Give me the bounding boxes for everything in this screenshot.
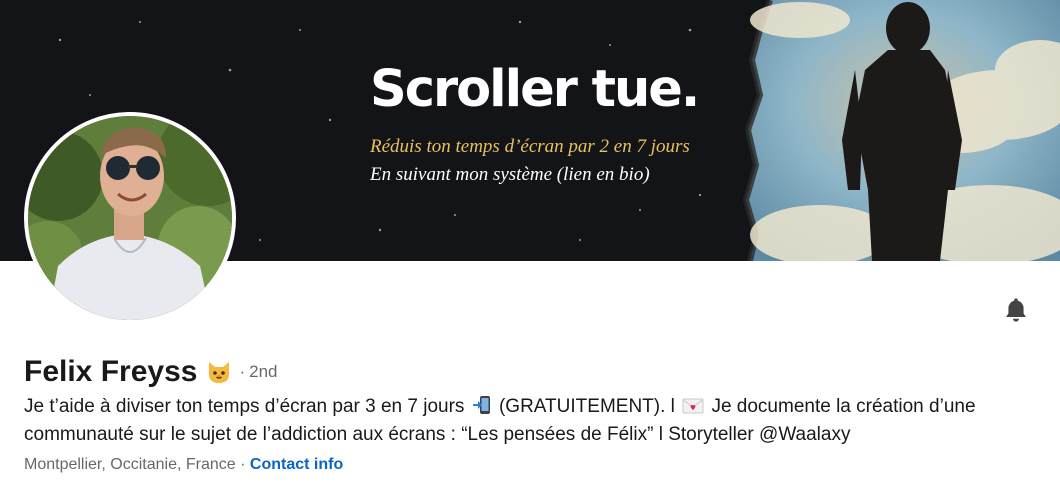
contact-info-link[interactable]: Contact info [250, 456, 343, 473]
degree-separator: · [239, 362, 246, 381]
profile-avatar[interactable] [24, 112, 236, 324]
location-text: Montpellier, Occitanie, France [24, 456, 236, 473]
notification-bell-button[interactable] [998, 292, 1034, 328]
bell-icon [1006, 298, 1026, 322]
connection-degree: · 2nd [239, 362, 277, 382]
banner-subline-1: Réduis ton temps d’écran par 2 en 7 jour… [370, 136, 690, 157]
degree-label: 2nd [249, 362, 278, 381]
avatar-photo [28, 116, 232, 320]
location-separator: · [240, 456, 246, 473]
banner-subline-2: En suivant mon système (lien en bio) [370, 164, 650, 185]
cat-face-icon [205, 358, 233, 386]
headline-text-2: (GRATUITEMENT). l [498, 396, 675, 417]
love-letter-icon [682, 397, 704, 422]
banner-headline: Scroller tue. [370, 60, 700, 119]
headline-text-1: Je t’aide à diviser ton temps d’écran pa… [24, 396, 465, 417]
name-row: Felix Freyss · 2nd [24, 354, 277, 390]
location-row: Montpellier, Occitanie, France · Contact… [24, 456, 343, 474]
mobile-phone-arrow-icon [472, 395, 492, 422]
profile-headline: Je t’aide à diviser ton temps d’écran pa… [24, 394, 1044, 447]
profile-name: Felix Freyss [24, 355, 198, 388]
